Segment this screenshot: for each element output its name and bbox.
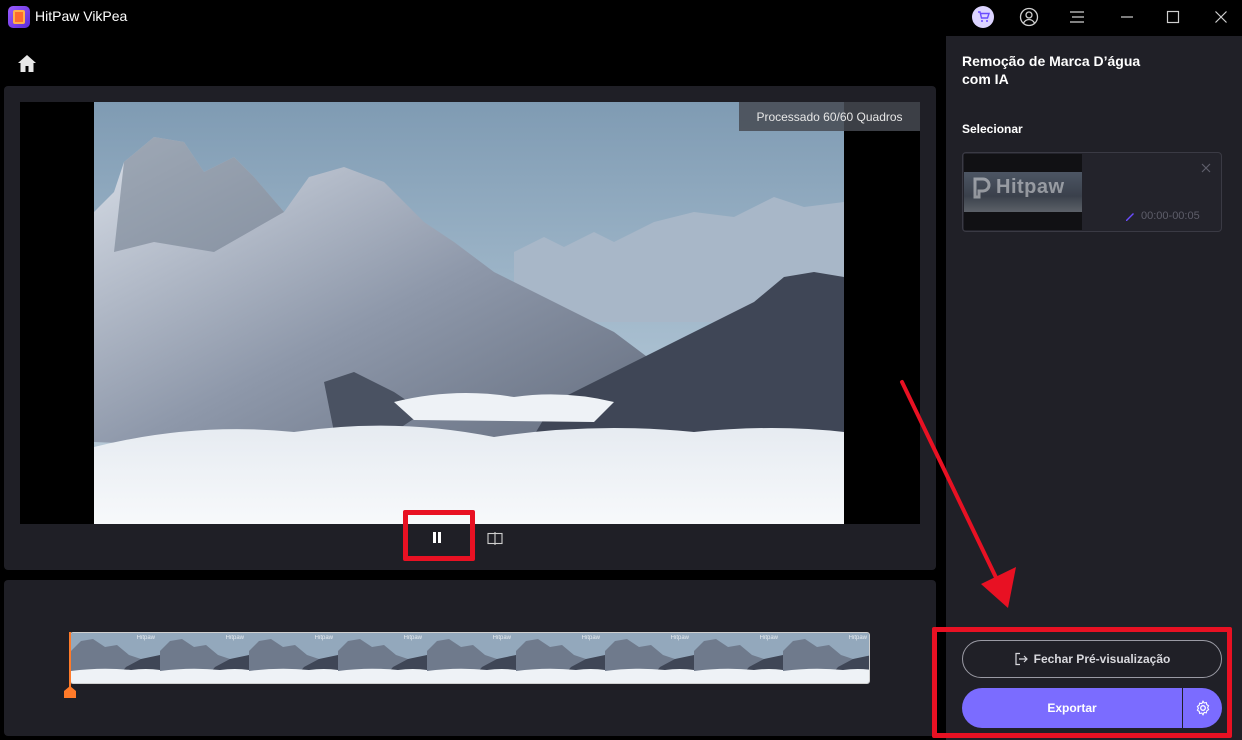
select-label: Selecionar <box>962 122 1023 136</box>
clip-watermark-text: Hitpaw <box>996 176 1065 198</box>
timeline-frame-watermark: Hitpaw <box>403 635 422 641</box>
hitpaw-logo-icon <box>973 177 991 198</box>
timeline-frame: Hitpaw <box>427 633 516 683</box>
timeline-frame: Hitpaw <box>71 633 160 683</box>
timeline-frame-watermark: Hitpaw <box>581 635 600 641</box>
account-button[interactable] <box>1016 4 1042 30</box>
minimize-button[interactable] <box>1114 4 1140 30</box>
exit-icon <box>1015 652 1028 666</box>
close-preview-label: Fechar Pré-visualização <box>1033 652 1171 666</box>
timeline-frame-watermark: Hitpaw <box>225 635 244 641</box>
timeline-frame: Hitpaw <box>605 633 694 683</box>
playhead-handle[interactable] <box>64 686 76 698</box>
menu-icon <box>1070 11 1084 23</box>
timeline-frame: Hitpaw <box>516 633 605 683</box>
annotation-arrow <box>900 380 1016 608</box>
clip-duration-text: 00:00-00:05 <box>1141 210 1200 222</box>
clip-duration: 00:00-00:05 <box>1124 210 1200 222</box>
timeline-frame: Hitpaw <box>160 633 249 683</box>
clip-watermark: Hitpaw <box>972 176 1065 199</box>
maximize-icon <box>1166 10 1180 24</box>
account-icon <box>1019 7 1039 27</box>
menu-button[interactable] <box>1064 4 1090 30</box>
timeline-frame-watermark: Hitpaw <box>136 635 155 641</box>
timeline-frame-watermark: Hitpaw <box>314 635 333 641</box>
cart-button[interactable] <box>970 4 996 30</box>
export-settings-button[interactable] <box>1183 688 1222 728</box>
remove-icon <box>1201 163 1211 173</box>
clip-remove-button[interactable] <box>1199 161 1213 175</box>
timeline-frame-watermark: Hitpaw <box>848 635 867 641</box>
timeline-filmstrip[interactable]: Hitpaw Hitpaw Hitpaw Hitpaw Hitpaw Hitpaw Hitp… <box>70 632 870 684</box>
close-icon <box>1215 11 1227 23</box>
compare-view-button[interactable] <box>484 528 506 548</box>
home-icon <box>18 54 36 72</box>
frames-processed-badge: Processado 60/60 Quadros <box>739 102 920 131</box>
close-window-button[interactable] <box>1208 4 1234 30</box>
maximize-button[interactable] <box>1160 4 1186 30</box>
app-title: HitPaw VikPea <box>35 8 128 24</box>
minimize-icon <box>1121 16 1133 18</box>
export-button[interactable]: Exportar <box>962 688 1182 728</box>
gear-icon <box>1196 700 1209 716</box>
app-logo-icon <box>8 6 30 28</box>
timeline-frame: Hitpaw <box>338 633 427 683</box>
timeline-frame-watermark: Hitpaw <box>670 635 689 641</box>
timeline-frame-watermark: Hitpaw <box>759 635 778 641</box>
playhead[interactable] <box>69 632 71 688</box>
video-preview <box>94 102 844 524</box>
home-button[interactable] <box>14 50 40 76</box>
timeline-frame: Hitpaw <box>249 633 338 683</box>
timeline-frame: Hitpaw <box>783 633 869 683</box>
timeline-frame: Hitpaw <box>694 633 783 683</box>
panel-title: Remoção de Marca D’água com IA <box>962 53 1141 87</box>
compare-icon <box>487 531 503 545</box>
close-preview-button[interactable]: Fechar Pré-visualização <box>962 640 1222 678</box>
pause-icon <box>433 531 441 543</box>
edit-icon[interactable] <box>1124 210 1136 222</box>
pause-button[interactable] <box>411 522 463 552</box>
timeline-frame-watermark: Hitpaw <box>492 635 511 641</box>
cart-icon <box>972 6 994 28</box>
title-bar <box>0 0 1242 34</box>
